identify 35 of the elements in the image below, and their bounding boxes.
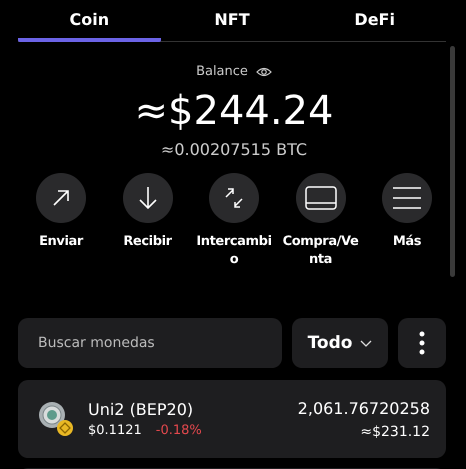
- action-label: Recibir: [122, 233, 173, 251]
- menu-icon: [393, 187, 421, 209]
- filter-dropdown[interactable]: Todo: [292, 318, 388, 368]
- price-change: -0.18%: [156, 423, 202, 438]
- action-label: Enviar: [38, 233, 84, 251]
- tab[interactable]: DeFi: [303, 0, 446, 42]
- card-icon: [304, 186, 336, 210]
- swap-button[interactable]: [209, 173, 259, 223]
- more-button[interactable]: [382, 173, 432, 223]
- token-icon: [38, 401, 74, 437]
- swap-icon: [224, 187, 244, 209]
- balance-label: Balance: [196, 64, 248, 79]
- coin-name: Uni2 (BEP20): [88, 400, 194, 419]
- trade-button[interactable]: [296, 173, 346, 223]
- action-label: Compra/Venta: [282, 233, 360, 269]
- send-button[interactable]: [36, 173, 86, 223]
- scrollbar[interactable]: [450, 46, 455, 277]
- search-field[interactable]: Buscar monedas: [18, 318, 282, 368]
- chevron-down-icon: [360, 340, 372, 346]
- more-options-button[interactable]: [398, 318, 446, 368]
- coin-price: $0.1121: [88, 423, 142, 438]
- coin-row[interactable]: Uni2 (BEP20) $0.1121 -0.18% 2,061.76720258 ≈$231.12: [18, 380, 446, 458]
- tab[interactable]: Coin: [18, 0, 161, 42]
- arrow-up-right-icon: [51, 188, 71, 208]
- action-label: Más: [392, 233, 422, 251]
- eye-icon[interactable]: [256, 66, 272, 78]
- receive-button[interactable]: [122, 173, 172, 223]
- coin-amount: 2,061.76720258: [298, 398, 430, 418]
- coin-value: ≈$231.12: [360, 424, 430, 440]
- btc-balance: ≈0.00207515 BTC: [160, 140, 308, 159]
- kebab-icon: [419, 331, 425, 355]
- arrow-down-icon: [138, 186, 158, 210]
- balance-amount: ≈$244.24: [134, 87, 334, 135]
- action-label: Intercambio: [195, 233, 273, 269]
- tab[interactable]: NFT: [160, 0, 304, 42]
